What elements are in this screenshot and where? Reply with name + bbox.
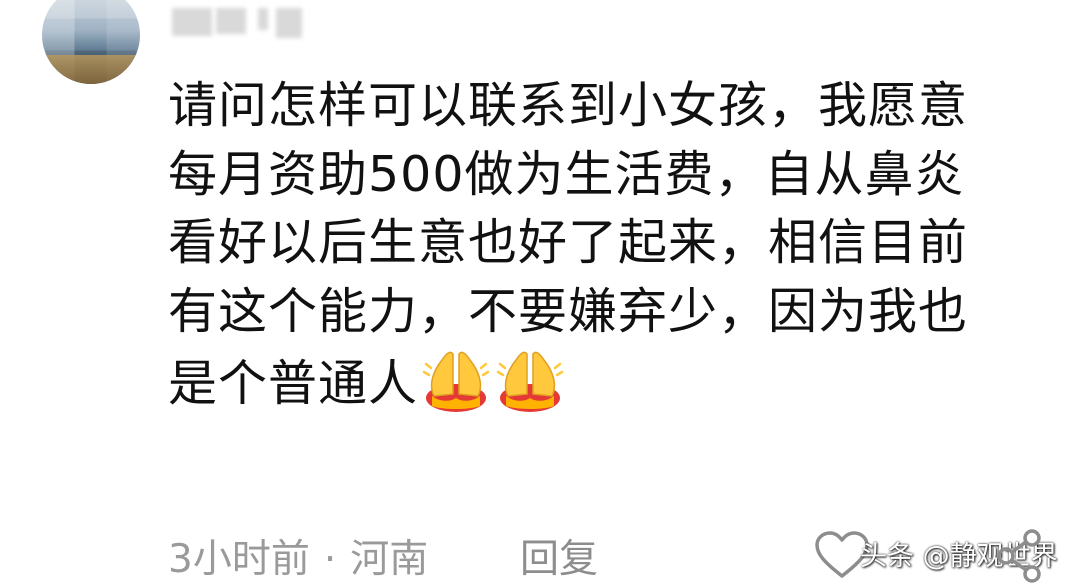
user-avatar[interactable]	[42, 0, 140, 84]
comment-last-line: 是个普通人	[168, 346, 1048, 419]
comment-location: 河南	[350, 537, 429, 582]
comment-line: 看好以后生意也好了起来，相信目前	[168, 214, 969, 271]
comment-screenshot: 请问怎样可以联系到小女孩，我愿意 每月资助500做为生活费，自从鼻炎 看好以后生…	[0, 0, 1080, 585]
folded-hands-emoji-icon	[496, 351, 564, 412]
username-blurred[interactable]	[172, 0, 302, 40]
comment-line: 是个普通人	[168, 355, 419, 412]
comment-text: 请问怎样可以联系到小女孩，我愿意 每月资助500做为生活费，自从鼻炎 看好以后生…	[168, 72, 1048, 419]
folded-hands-emoji-icon	[422, 351, 490, 412]
comment-line: 有这个能力，不要嫌弃少，因为我也	[168, 282, 969, 340]
comment-line: 请问怎样可以联系到小女孩，我愿意	[168, 77, 969, 134]
meta-separator: ·	[323, 537, 337, 582]
reply-button[interactable]: 回复	[520, 528, 598, 584]
comment-time: 3小时前	[168, 537, 310, 582]
share-icon[interactable]	[994, 524, 1044, 584]
comment-meta: 3小时前 · 河南	[168, 528, 428, 584]
comment-line: 每月资助500做为生活费，自从鼻炎	[168, 145, 965, 203]
